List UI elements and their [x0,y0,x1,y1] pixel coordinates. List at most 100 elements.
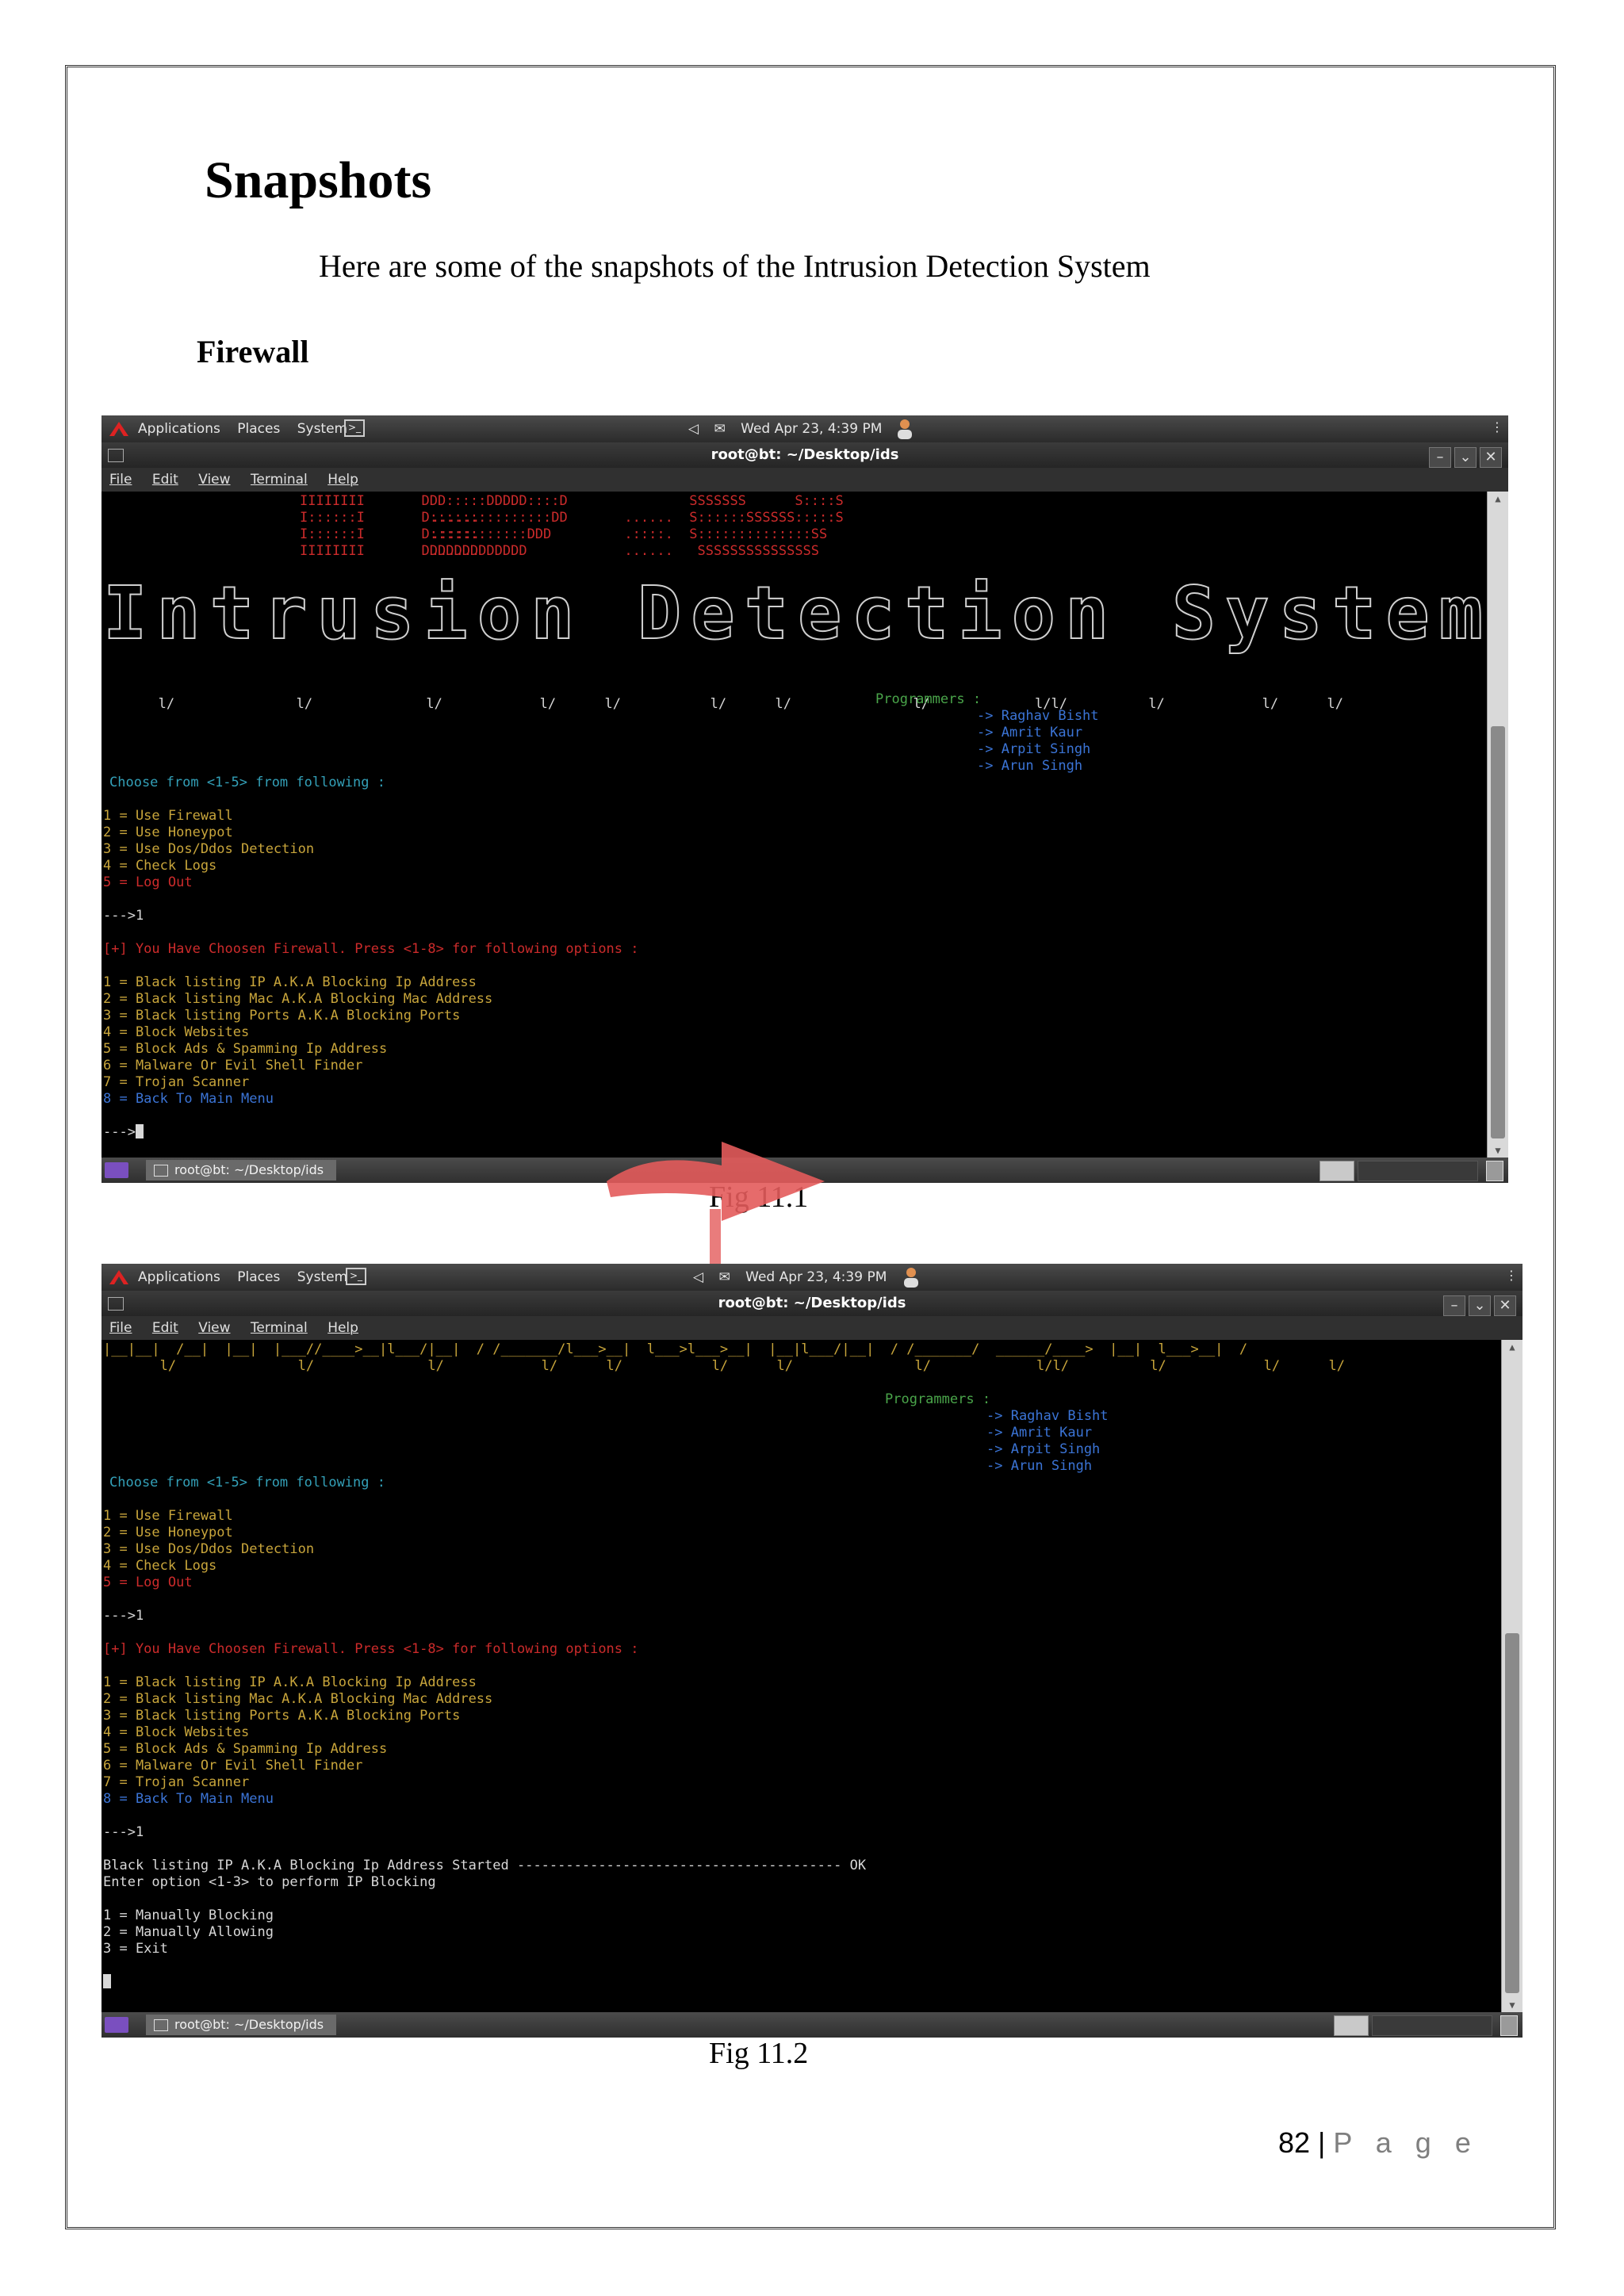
main-menu-item: 2 = Use Honeypot [103,1525,233,1540]
red-arrow-icon [607,1142,825,1276]
window-controls: – ⌄ ✕ [1426,445,1502,470]
taskbar-window-button[interactable]: root@bt: ~/Desktop/ids [146,1160,337,1181]
close-icon[interactable]: ✕ [1480,447,1502,468]
scrollbar[interactable]: ▲ ▼ [1501,1340,1522,2012]
workspace-switcher[interactable] [1372,2015,1492,2036]
workspace-1[interactable] [1320,1161,1354,1181]
close-icon[interactable]: ✕ [1494,1295,1516,1316]
window-icon [108,449,124,462]
page-footer: 82 | P a g e [1278,2126,1479,2160]
menu-applications[interactable]: Applications [138,421,220,437]
scroll-up-icon[interactable]: ▲ [1488,493,1508,504]
chosen-message: [+] You Have Choosen Firewall. Press <1-… [103,1641,639,1657]
terminal-small-icon [154,2019,168,2031]
input-line: --->1 [103,1824,144,1840]
minimize-icon[interactable]: – [1443,1295,1465,1316]
input-line: --->1 [103,1608,144,1624]
choose-prompt: Choose from <1-5> from following : [109,775,385,790]
programmer: -> Arun Singh [986,1458,1093,1474]
ip-menu-item: 2 = Manually Allowing [103,1924,274,1940]
banner-line: I::::::I D:::::::::::::::DD ...... S::::… [300,510,844,526]
menu-file[interactable]: File [109,1320,132,1336]
terminal-launcher-icon[interactable]: >_ [344,419,365,437]
trash-icon[interactable] [1486,1161,1503,1181]
menu-places[interactable]: Places [237,1269,280,1285]
window-icon [108,1297,124,1311]
show-desktop-icon[interactable] [105,2017,128,2033]
terminal-small-icon [154,1165,168,1177]
banner-dots: ...... [431,543,481,559]
intro-text: Here are some of the snapshots of the In… [319,248,1151,284]
window-titlebar[interactable]: root@bt: ~/Desktop/ids – ⌄ ✕ [102,1291,1522,1316]
prompt-line: ---> [103,1124,144,1141]
main-menu-item: 2 = Use Honeypot [103,825,233,840]
minimize-icon[interactable]: – [1429,447,1451,468]
scroll-down-icon[interactable]: ▼ [1488,1145,1508,1156]
window-title: root@bt: ~/Desktop/ids [710,446,899,463]
scroll-down-icon[interactable]: ▼ [1502,1999,1522,2011]
workspace-1[interactable] [1334,2015,1369,2036]
user-icon[interactable] [901,1265,921,1289]
backtrack-logo-icon[interactable] [108,1267,130,1288]
clock[interactable]: Wed Apr 23, 4:39 PM [745,1269,887,1285]
programmer: -> Raghav Bisht [977,708,1099,724]
user-icon[interactable] [894,417,915,441]
menu-applications[interactable]: Applications [138,1269,220,1285]
started-message: Black listing IP A.K.A Blocking Ip Addre… [103,1858,867,1873]
volume-icon[interactable]: ◁ [693,1269,703,1285]
panel-handle-icon: ⋮ [1491,419,1503,434]
menu-system[interactable]: System [297,1269,347,1285]
programmer: -> Amrit Kaur [977,725,1083,740]
banner-dots: ...... [431,510,481,526]
fw-menu-item: 4 = Block Websites [103,1724,250,1740]
terminal-launcher-icon[interactable]: >_ [346,1268,366,1285]
show-desktop-icon[interactable] [105,1162,128,1178]
menu-view[interactable]: View [198,472,230,488]
menu-edit[interactable]: Edit [152,1320,178,1336]
clock[interactable]: Wed Apr 23, 4:39 PM [741,421,882,437]
menu-system[interactable]: System [297,421,347,437]
fw-menu-item: 2 = Black listing Mac A.K.A Blocking Mac… [103,991,493,1007]
bottom-panel: root@bt: ~/Desktop/ids [102,2012,1522,2038]
menu-edit[interactable]: Edit [152,472,178,488]
taskbar-window-button[interactable]: root@bt: ~/Desktop/ids [146,2015,337,2035]
trash-icon[interactable] [1500,2015,1518,2036]
figure-caption: Fig 11.2 [709,2037,809,2070]
panel-handle-icon: ⋮ [1505,1268,1518,1283]
terminal-output[interactable]: IIIIIIII DDD:::::DDDDD::::D SSSSSSS S:::… [102,492,1488,1158]
menu-help[interactable]: Help [327,472,358,488]
fw-menu-item: 6 = Malware Or Evil Shell Finder [103,1758,363,1774]
gnome-top-panel: Applications Places System >_ ◁ ✉ Wed Ap… [102,415,1508,442]
scrollbar[interactable]: ▲ ▼ [1487,492,1508,1158]
scroll-thumb[interactable] [1505,1633,1519,1993]
programmer: -> Amrit Kaur [986,1425,1093,1441]
mail-icon[interactable]: ✉ [714,421,725,437]
panel-menu: Applications Places System [138,1269,360,1285]
taskbar-window-label: root@bt: ~/Desktop/ids [174,1162,324,1177]
programmer: -> Arpit Singh [986,1441,1101,1457]
window-titlebar[interactable]: root@bt: ~/Desktop/ids – ⌄ ✕ [102,442,1508,468]
workspace-switcher[interactable] [1358,1161,1478,1181]
maximize-icon[interactable]: ⌄ [1454,447,1477,468]
menu-view[interactable]: View [198,1320,230,1336]
mail-icon[interactable]: ✉ [718,1269,730,1285]
text-cursor [103,1974,111,1988]
scroll-thumb[interactable] [1491,726,1505,1138]
menu-terminal[interactable]: Terminal [251,472,308,488]
terminal-menubar: File Edit View Terminal Help [102,468,1508,492]
text-cursor [135,1124,144,1138]
maximize-icon[interactable]: ⌄ [1469,1295,1491,1316]
backtrack-logo-icon[interactable] [108,419,130,439]
terminal-output[interactable]: |__|__| /__| |__| |___//____>__|l___/|__… [102,1340,1502,2012]
menu-help[interactable]: Help [327,1320,358,1336]
volume-icon[interactable]: ◁ [688,421,699,437]
main-menu-item: 1 = Use Firewall [103,808,233,824]
scroll-up-icon[interactable]: ▲ [1502,1341,1522,1353]
banner-dots: .::::. [431,526,481,542]
menu-terminal[interactable]: Terminal [251,1320,308,1336]
ip-menu-item: 3 = Exit [103,1941,168,1957]
gnome-top-panel: Applications Places System >_ ◁ ✉ Wed Ap… [102,1264,1522,1291]
menu-places[interactable]: Places [237,421,280,437]
menu-file[interactable]: File [109,472,132,488]
programmer: -> Raghav Bisht [986,1408,1109,1424]
